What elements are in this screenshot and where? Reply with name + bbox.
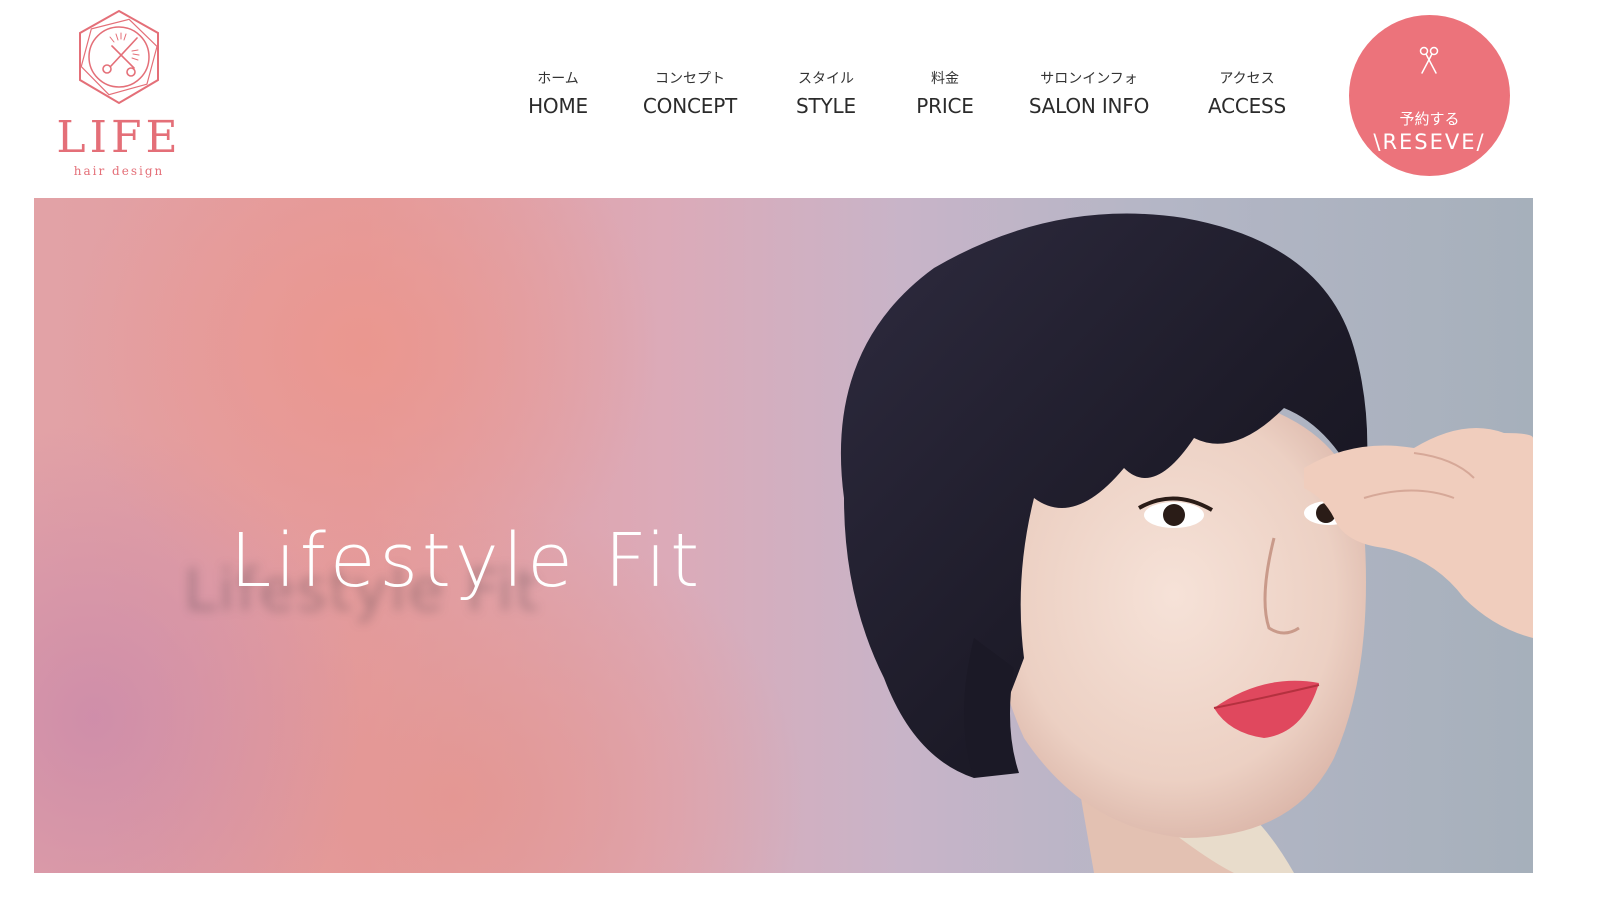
nav-item-jp-label: サロンインフォ — [1040, 71, 1138, 87]
nav-item-price[interactable]: 料金 PRICE — [907, 70, 983, 118]
nav-item-jp-label: ホーム — [537, 71, 579, 87]
nav-item-jp-label: コンセプト — [655, 71, 725, 87]
nav-item-en-label: HOME — [528, 94, 588, 118]
nav-item-style[interactable]: スタイル STYLE — [785, 70, 867, 118]
brand-tagline: hair design — [73, 164, 165, 178]
nav-item-en-label: CONCEPT — [642, 94, 738, 118]
hero-title: Lifestyle Fit — [230, 518, 704, 604]
nav-item-en-label: PRICE — [916, 94, 974, 118]
brand-name: LIFE — [56, 112, 182, 163]
brand-logo[interactable]: LIFE hair design — [56, 8, 182, 178]
reserve-button[interactable]: 予約する \RESEVE/ — [1349, 15, 1510, 176]
hero-banner: Lifestyle Fit Lifestyle Fit — [34, 198, 1533, 873]
nav-item-home[interactable]: ホーム HOME — [513, 70, 603, 118]
nav-item-jp-label: 料金 — [931, 71, 959, 87]
page: LIFE hair design ホーム HOME コンセプト CONCEPT … — [0, 0, 1601, 901]
scissors-hexagon-icon — [79, 9, 159, 105]
scissors-icon — [1419, 46, 1439, 74]
nav-item-access[interactable]: アクセス ACCESS — [1201, 70, 1293, 118]
nav-item-concept[interactable]: コンセプト CONCEPT — [637, 70, 743, 118]
nav-item-en-label: STYLE — [796, 94, 856, 118]
nav-item-en-label: ACCESS — [1207, 94, 1287, 118]
reserve-en-label: \RESEVE/ — [1373, 130, 1486, 154]
nav-item-en-label: SALON INFO — [1028, 94, 1150, 118]
nav-item-jp-label: スタイル — [798, 71, 854, 87]
nav-item-jp-label: アクセス — [1219, 71, 1275, 87]
nav-item-salon-info[interactable]: サロンインフォ SALON INFO — [1022, 70, 1156, 118]
reserve-jp-label: 予約する — [1399, 110, 1460, 128]
